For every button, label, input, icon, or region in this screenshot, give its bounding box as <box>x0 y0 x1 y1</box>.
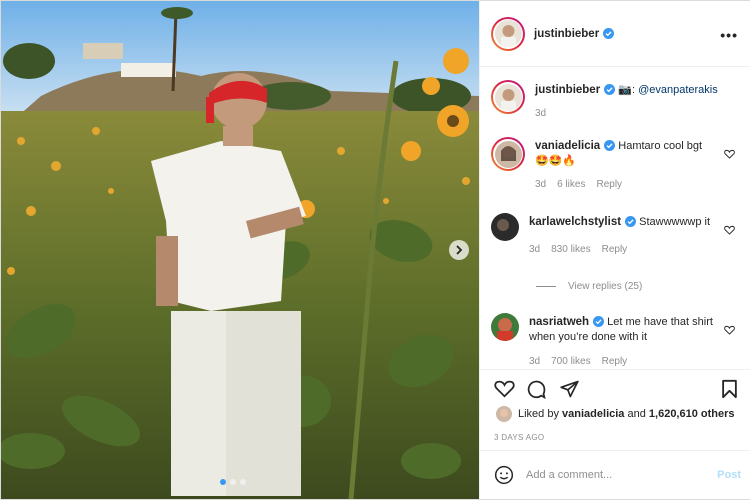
post-actions-bar <box>480 369 750 409</box>
next-photo-button[interactable] <box>449 240 469 260</box>
carousel-dot <box>230 479 236 485</box>
post-side-panel: justinbieber ••• justinbieber 📷: @evanpa… <box>479 1 750 499</box>
verified-badge-icon <box>604 140 616 151</box>
avatar-image <box>494 140 522 168</box>
liker-username[interactable]: vaniadelicia <box>562 408 624 420</box>
avatar-image <box>494 20 522 47</box>
commenter-avatar[interactable] <box>491 313 519 341</box>
view-replies-divider <box>536 286 556 287</box>
view-replies-button[interactable]: View replies (25) <box>536 281 642 292</box>
likes-count[interactable]: 1,620,610 others <box>649 408 735 420</box>
author-avatar[interactable] <box>491 80 525 114</box>
comment-body: karlawelchstylist Stawwwwwp it 3d 830 li… <box>529 213 741 257</box>
author-username[interactable]: justinbieber <box>534 28 599 40</box>
bookmark-icon[interactable] <box>721 379 738 399</box>
chevron-right-icon <box>456 245 463 255</box>
like-comment-heart-icon[interactable] <box>724 225 735 235</box>
commenter-avatar[interactable] <box>491 213 519 241</box>
verified-badge-icon <box>625 216 637 227</box>
more-options-button[interactable]: ••• <box>720 27 738 43</box>
photo-illustration <box>1 1 479 499</box>
caption-username[interactable]: justinbieber <box>535 84 600 96</box>
caption-body: justinbieber 📷: @evanpaterakis 3d <box>535 80 741 121</box>
carousel-indicator <box>220 479 246 485</box>
comment-age: 3d <box>529 356 541 367</box>
post-date[interactable]: 3 DAYS AGO <box>494 433 544 442</box>
comment-meta: 3d 830 likes Reply <box>529 242 741 257</box>
post-photo[interactable] <box>1 1 479 499</box>
comment-username[interactable]: nasriatweh <box>529 316 589 328</box>
comment-emoji: 🤩🤩🔥 <box>535 155 577 167</box>
like-heart-icon[interactable] <box>494 379 515 398</box>
avatar-image <box>496 406 512 422</box>
comment-likes[interactable]: 830 likes <box>551 242 590 257</box>
comment-composer: Post <box>480 450 750 499</box>
verified-badge-icon <box>593 316 605 327</box>
caption-row: justinbieber 📷: @evanpaterakis 3d <box>491 80 741 121</box>
commenter-avatar[interactable] <box>491 137 525 171</box>
comment-username[interactable]: karlawelchstylist <box>529 216 621 228</box>
comment-text: Stawwwwwp it <box>639 216 711 228</box>
likes-middle: and <box>627 408 646 420</box>
avatar-image <box>494 83 522 111</box>
like-comment-heart-icon[interactable] <box>724 149 735 159</box>
avatar-image <box>491 313 519 341</box>
comment-meta: 3d 6 likes Reply <box>535 177 741 192</box>
caption-mention[interactable]: @evanpaterakis <box>638 84 718 96</box>
instagram-post-modal: justinbieber ••• justinbieber 📷: @evanpa… <box>0 0 750 500</box>
comment-input[interactable] <box>526 469 706 481</box>
emoji-icon[interactable] <box>494 465 514 485</box>
liker-avatar[interactable] <box>496 406 512 422</box>
caption-meta: 3d <box>535 106 741 121</box>
avatar-image <box>491 213 519 241</box>
caption-prefix: 📷: <box>618 84 636 96</box>
carousel-dot <box>220 479 226 485</box>
comment-meta: 3d 700 likes Reply <box>529 354 741 369</box>
reply-button[interactable]: Reply <box>602 242 628 257</box>
view-replies-label[interactable]: View replies (25) <box>568 281 642 292</box>
caption-age[interactable]: 3d <box>535 106 546 121</box>
verified-badge-icon <box>604 84 616 95</box>
comment-row: nasriatweh Let me have that shirt when y… <box>491 313 741 369</box>
likes-prefix: Liked by <box>518 408 559 420</box>
post-header: justinbieber ••• <box>480 1 750 67</box>
comment-username[interactable]: vaniadelicia <box>535 140 600 152</box>
comment-icon[interactable] <box>526 379 547 400</box>
comment-body: nasriatweh Let me have that shirt when y… <box>529 313 741 369</box>
reply-button[interactable]: Reply <box>602 354 628 369</box>
author-avatar[interactable] <box>491 16 525 51</box>
comment-text: Hamtaro cool bgt <box>618 140 703 152</box>
likes-summary: Liked by vaniadelicia and 1,620,610 othe… <box>496 406 735 422</box>
like-comment-heart-icon[interactable] <box>724 325 735 335</box>
post-comment-button[interactable]: Post <box>717 469 741 481</box>
comment-body: vaniadelicia Hamtaro cool bgt 🤩🤩🔥 3d 6 l… <box>535 137 741 192</box>
reply-button[interactable]: Reply <box>596 177 622 192</box>
comments-list: justinbieber 📷: @evanpaterakis 3d vaniad… <box>480 67 750 369</box>
verified-badge-icon <box>603 28 615 39</box>
comment-age: 3d <box>529 244 541 255</box>
comment-row: karlawelchstylist Stawwwwwp it 3d 830 li… <box>491 213 741 257</box>
comment-row: vaniadelicia Hamtaro cool bgt 🤩🤩🔥 3d 6 l… <box>491 137 741 192</box>
carousel-dot <box>240 479 246 485</box>
comment-likes[interactable]: 700 likes <box>551 354 590 369</box>
share-icon[interactable] <box>559 379 580 399</box>
comment-likes[interactable]: 6 likes <box>557 177 585 192</box>
comment-age: 3d <box>535 179 547 190</box>
